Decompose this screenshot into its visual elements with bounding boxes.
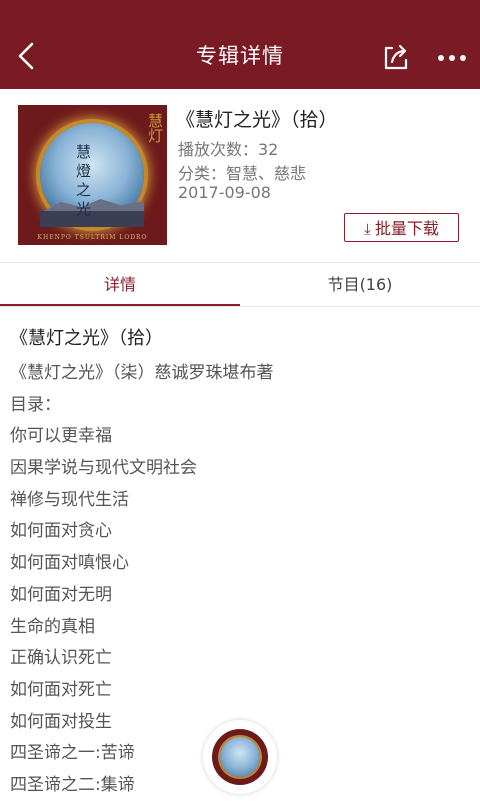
cover-caption: KHENPO TSULTRIM LODRO [37, 234, 148, 241]
more-icon [438, 55, 466, 61]
tab-bar: 详情 节目(16) [0, 263, 480, 306]
batch-download-button[interactable]: ⤓ 批量下载 [344, 213, 459, 242]
detail-line: 如何面对无明 [10, 584, 112, 605]
detail-line: 正确认识死亡 [10, 648, 112, 669]
detail-heading: 《慧灯之光》（拾） [10, 328, 163, 349]
album-date: 2017-09-08 [178, 183, 271, 202]
detail-line: 因果学说与现代文明社会 [10, 458, 197, 479]
detail-line: 你可以更幸福 [10, 426, 112, 447]
album-cover: 慧燈之光 慧灯 KHENPO TSULTRIM LODRO [18, 105, 167, 245]
detail-line: 生命的真相 [10, 616, 95, 637]
now-playing-button[interactable] [203, 720, 277, 794]
tab-detail[interactable]: 详情 [0, 263, 240, 306]
disc-art [220, 737, 260, 777]
cover-calligraphy: 慧灯 [146, 113, 164, 143]
album-title: 《慧灯之光》（拾） [176, 109, 338, 131]
detail-line: 《慧灯之光》（柒）慈诚罗珠堪布著 [10, 363, 274, 383]
more-button[interactable] [434, 40, 470, 76]
album-category: 分类：智慧、慈悲 [178, 164, 307, 183]
share-icon [384, 44, 408, 70]
app-header: 专辑详情 [0, 0, 480, 89]
detail-line: 目录： [10, 394, 61, 415]
tab-programs[interactable]: 节目(16) [240, 263, 480, 306]
detail-line: 禅修与现代生活 [10, 489, 129, 510]
batch-download-label: 批量下载 [374, 219, 439, 238]
detail-line: 如何面对死亡 [10, 679, 112, 700]
cover-title: 慧燈之光 [76, 143, 92, 218]
album-disc-icon [212, 729, 268, 785]
share-button[interactable] [378, 40, 414, 76]
download-icon: ⤓ [364, 220, 371, 238]
album-info: 慧燈之光 慧灯 KHENPO TSULTRIM LODRO 《慧灯之光》（拾） … [0, 89, 480, 262]
tab-divider [0, 306, 480, 307]
detail-line: 如何面对嗔恨心 [10, 553, 129, 574]
detail-line: 如何面对贪心 [10, 521, 112, 542]
play-count: 播放次数：32 [178, 140, 279, 159]
